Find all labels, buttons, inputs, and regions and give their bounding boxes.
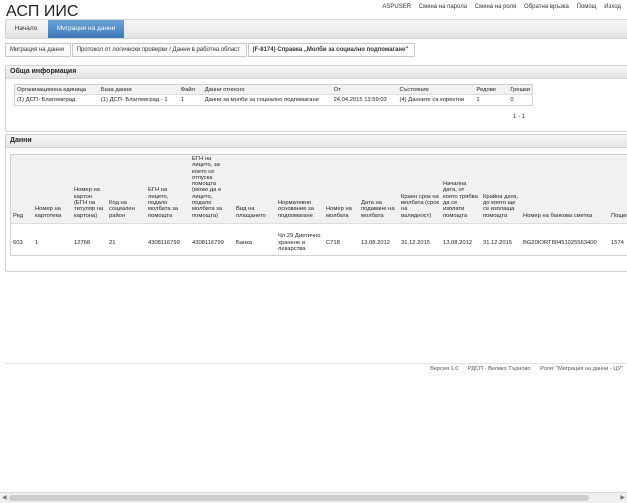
nav-tab-home[interactable]: Начало: [6, 20, 46, 38]
change-password-link[interactable]: Смяна на парола: [419, 4, 467, 10]
top-links: ASPUSER Смяна на парола Смяна на роля Об…: [376, 4, 621, 10]
column-header[interactable]: Номер на банкова сметка: [521, 155, 609, 224]
column-header[interactable]: От: [331, 84, 398, 95]
column-header[interactable]: Номер на картотека: [33, 155, 72, 224]
cell-postal-code: 1574: [611, 239, 624, 246]
general-info-title: Обща информация: [6, 66, 627, 79]
column-header[interactable]: Организационна единица: [14, 84, 99, 95]
logout-link[interactable]: Изход: [604, 4, 621, 10]
column-header[interactable]: Вид на плащането: [234, 155, 276, 224]
column-header[interactable]: Редове: [474, 84, 509, 95]
user-link[interactable]: ASPUSER: [382, 4, 411, 10]
cell-org-unit: (1) ДСП- Благоевград: [17, 97, 76, 103]
breadcrumb: Миграция на данни Протокол от логически …: [5, 43, 416, 57]
scroll-left-icon[interactable]: ◀: [2, 494, 7, 501]
column-header[interactable]: Номер на молбата: [324, 155, 359, 224]
scroll-right-icon[interactable]: ▶: [620, 494, 625, 501]
column-header[interactable]: Данни относно: [202, 84, 332, 95]
column-header[interactable]: База данни: [98, 84, 179, 95]
cell-file-number: 1: [35, 239, 39, 246]
column-header[interactable]: Код на социален район: [107, 155, 146, 224]
cell-row: 603: [13, 239, 23, 246]
cell-social-district: 21: [109, 239, 116, 246]
cell-beneficiary-egn: 4308116799: [192, 239, 224, 246]
main-nav: Начало Миграция на данни: [5, 19, 627, 39]
footer-role: Роля: "Миграция на данни - ЦУ": [540, 366, 623, 372]
cell-database: (1) ДСП- Благоевград - 1: [100, 97, 168, 103]
cell-applicant-egn: 4308116799: [148, 239, 180, 246]
cell-errors: 0: [510, 97, 514, 103]
data-table-container[interactable]: Ред Номер на картотека Номер на картон (…: [10, 154, 627, 256]
column-header[interactable]: ЕГН на лицето, за което се отпуска помощ…: [190, 155, 234, 224]
scrollbar-thumb[interactable]: [9, 495, 589, 501]
horizontal-scrollbar[interactable]: ◀ ▶: [0, 492, 627, 503]
breadcrumb-item-report: (F-8174) Справка „Молби за социално подп…: [247, 43, 416, 57]
pager-info: 1 - 1: [512, 114, 525, 120]
column-header[interactable]: Нормативно основание за подпомагане: [276, 155, 324, 224]
cell-application-number: С718: [326, 239, 340, 246]
column-header[interactable]: Файл: [178, 84, 203, 95]
column-header[interactable]: Крайна дата, до която ще се изплаща помо…: [481, 155, 521, 224]
column-header[interactable]: Пощенски код: [609, 155, 627, 224]
column-header[interactable]: Ред: [11, 155, 33, 224]
cell-payment-type: Банка: [236, 239, 253, 246]
data-panel: Данни Ред Номер на картотека Номер на ка…: [5, 134, 627, 272]
general-info-table: Организационна единица База данни Файл Д…: [14, 84, 533, 106]
cell-start-date: 13.08.2012: [443, 239, 473, 246]
breadcrumb-item-protocol[interactable]: Протокол от логически проверки / Данни в…: [71, 43, 247, 57]
column-header[interactable]: Краен срок на молбата (срок на валидност…: [399, 155, 441, 224]
column-header[interactable]: Състояние: [397, 84, 475, 95]
cell-bank-account: BG20IORT80451025563400: [523, 239, 597, 246]
cell-end-date: 31.12.2015: [483, 239, 513, 246]
column-header[interactable]: ЕГН на лицето, подало молбата за помощта: [146, 155, 190, 224]
cell-submission-date: 13.08.2012: [361, 239, 391, 246]
table-header-row: Организационна единица База данни Файл Д…: [14, 84, 533, 95]
cell-card-number: 12768: [74, 239, 91, 246]
data-panel-title: Данни: [6, 135, 627, 148]
footer-version: Версия 1.0: [430, 366, 459, 372]
cell-deadline: 31.12.2015: [401, 239, 431, 246]
footer: Версия 1.0 РДСП - Велико Търново Роля: "…: [422, 366, 623, 372]
feedback-link[interactable]: Обратна връзка: [524, 4, 569, 10]
data-table: Ред Номер на картотека Номер на картон (…: [11, 155, 627, 255]
footer-org: РДСП - Велико Търново: [467, 366, 531, 372]
cell-from: 24.04.2015 13:59:03: [333, 97, 387, 103]
column-header[interactable]: Грешки: [508, 84, 533, 95]
cell-legal-basis: Чл.29 Диетично хранене и лекарства: [278, 233, 321, 253]
change-role-link[interactable]: Смяна на роля: [475, 4, 517, 10]
cell-rows: 1: [476, 97, 480, 103]
breadcrumb-item-migration[interactable]: Миграция на данни: [5, 43, 72, 57]
cell-data-about: Данни за молби за социално подпомагане: [204, 97, 319, 103]
column-header[interactable]: Дата на подаване на молбата: [359, 155, 399, 224]
cell-file: 1: [180, 97, 184, 103]
footer-divider: [5, 363, 627, 364]
general-info-panel: Обща информация Организационна единица Б…: [5, 65, 627, 132]
table-header-row: Ред Номер на картотека Номер на картон (…: [11, 155, 627, 224]
column-header[interactable]: Номер на картон (ЕГН на титуляр на карто…: [72, 155, 107, 224]
nav-tab-data-migration[interactable]: Миграция на данни: [48, 20, 124, 38]
table-row[interactable]: 603 1 12768 21 4308116799 4308116799 Бан…: [11, 223, 627, 255]
cell-status: (4) Данните са коректни: [399, 97, 465, 103]
help-link[interactable]: Помощ: [577, 4, 597, 10]
column-header[interactable]: Начална дата, от която трябва да се изпл…: [441, 155, 481, 224]
table-row[interactable]: (1) ДСП- Благоевград (1) ДСП- Благоевгра…: [15, 95, 533, 106]
